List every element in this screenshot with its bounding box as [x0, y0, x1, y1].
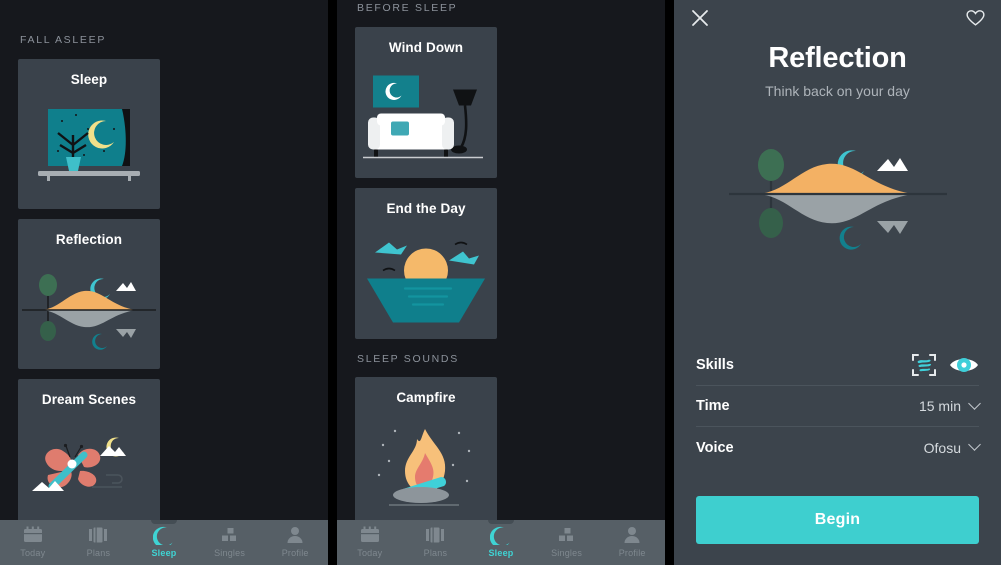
before-sleep-card-grid: Wind Down End the Day: [337, 27, 665, 339]
tab-sleep[interactable]: Sleep: [468, 525, 534, 558]
panel-divider-2: [665, 0, 674, 565]
reflection-lake-illustration: [723, 123, 953, 263]
eye-icon[interactable]: [949, 354, 979, 376]
card-title: End the Day: [386, 201, 466, 216]
row-label: Time: [696, 398, 730, 414]
section-label-fall-asleep: FALL ASLEEP: [20, 34, 107, 46]
tab-label: Profile: [281, 548, 309, 558]
card-title: Reflection: [55, 232, 123, 247]
tab-label: Singles: [214, 548, 246, 558]
tab-label: Sleep: [488, 548, 514, 558]
time-value: 15 min: [918, 398, 961, 414]
card-title: Dream Scenes: [41, 392, 137, 407]
calendar-icon: [22, 525, 44, 545]
moon-icon: [152, 525, 175, 545]
person-icon: [621, 525, 643, 545]
butterfly-illustration: [18, 413, 160, 523]
heart-outline-icon[interactable]: [961, 4, 989, 32]
page-title: Reflection: [768, 42, 907, 74]
tab-singles[interactable]: Singles: [534, 525, 600, 558]
row-value-group: 15 min: [918, 396, 981, 414]
card-title: Sleep: [70, 72, 108, 87]
tab-label: Sleep: [151, 548, 177, 558]
grid-icon: [556, 525, 578, 545]
row-time[interactable]: Time 15 min: [696, 386, 981, 427]
row-value-group: Ofosu: [923, 438, 981, 456]
card-title: Wind Down: [388, 40, 464, 55]
tab-label: Today: [357, 548, 383, 558]
tab-label: Plans: [86, 548, 111, 558]
fall-asleep-card-grid: Sleep Reflection Dream Scenes: [0, 59, 328, 565]
reflection-lake-illustration: [18, 253, 160, 363]
tab-label: Plans: [423, 548, 448, 558]
tv-night-illustration: [18, 93, 160, 203]
card-title: Campfire: [396, 390, 456, 405]
row-label: Voice: [696, 439, 734, 456]
session-detail-screen: Reflection Think back on your day Skills: [674, 0, 1001, 565]
calendar-icon: [359, 525, 381, 545]
tab-label: Profile: [618, 548, 646, 558]
cards-icon: [87, 525, 109, 545]
tab-plans[interactable]: Plans: [403, 525, 469, 558]
sunset-sea-illustration: [355, 222, 497, 333]
person-icon: [284, 525, 306, 545]
bottom-tab-bar: Today Plans Sleep Singles Profile: [0, 520, 328, 565]
tab-profile[interactable]: Profile: [599, 525, 665, 558]
phone-screen-fall-asleep: FALL ASLEEP Sleep Reflection Dream Scene…: [0, 0, 328, 565]
card-campfire[interactable]: Campfire: [355, 377, 497, 527]
bottom-tab-bar: Today Plans Sleep Singles Profile: [337, 520, 665, 565]
tab-label: Singles: [551, 548, 583, 558]
session-options: Skills Time 15 min Voice Ofosu: [696, 345, 981, 468]
close-icon[interactable]: [686, 4, 714, 32]
tab-singles[interactable]: Singles: [197, 525, 263, 558]
screenshot-root: FALL ASLEEP Sleep Reflection Dream Scene…: [0, 0, 1001, 565]
section-label-sleep-sounds: SLEEP SOUNDS: [357, 353, 459, 365]
section-label-before-sleep: BEFORE SLEEP: [357, 2, 458, 14]
tab-sleep[interactable]: Sleep: [131, 525, 197, 558]
cards-icon: [424, 525, 446, 545]
chevron-down-icon: [968, 396, 981, 410]
voice-value: Ofosu: [923, 439, 961, 456]
grid-icon: [219, 525, 241, 545]
panel-divider-1: [328, 0, 337, 565]
row-label: Skills: [696, 357, 734, 373]
card-wind-down[interactable]: Wind Down: [355, 27, 497, 178]
campfire-illustration: [355, 411, 497, 521]
card-sleep[interactable]: Sleep: [18, 59, 160, 209]
phone-screen-before-sleep: BEFORE SLEEP Wind Down End the Day SLEEP…: [337, 0, 665, 565]
detail-header: [674, 0, 1001, 40]
card-reflection[interactable]: Reflection: [18, 219, 160, 369]
row-skills: Skills: [696, 345, 979, 386]
chevron-down-icon: [968, 438, 981, 451]
living-room-illustration: [355, 61, 497, 172]
tab-today[interactable]: Today: [0, 525, 66, 558]
tab-plans[interactable]: Plans: [66, 525, 132, 558]
card-end-the-day[interactable]: End the Day: [355, 188, 497, 339]
moon-icon: [489, 525, 512, 545]
tab-today[interactable]: Today: [337, 525, 403, 558]
tab-label: Today: [20, 548, 46, 558]
page-subtitle: Think back on your day: [765, 83, 910, 99]
skill-icon-group: [911, 352, 979, 378]
card-dream-scenes[interactable]: Dream Scenes: [18, 379, 160, 529]
scan-breath-icon[interactable]: [911, 352, 937, 378]
begin-button[interactable]: Begin: [696, 496, 979, 544]
tab-profile[interactable]: Profile: [262, 525, 328, 558]
row-voice[interactable]: Voice Ofosu: [696, 427, 981, 468]
